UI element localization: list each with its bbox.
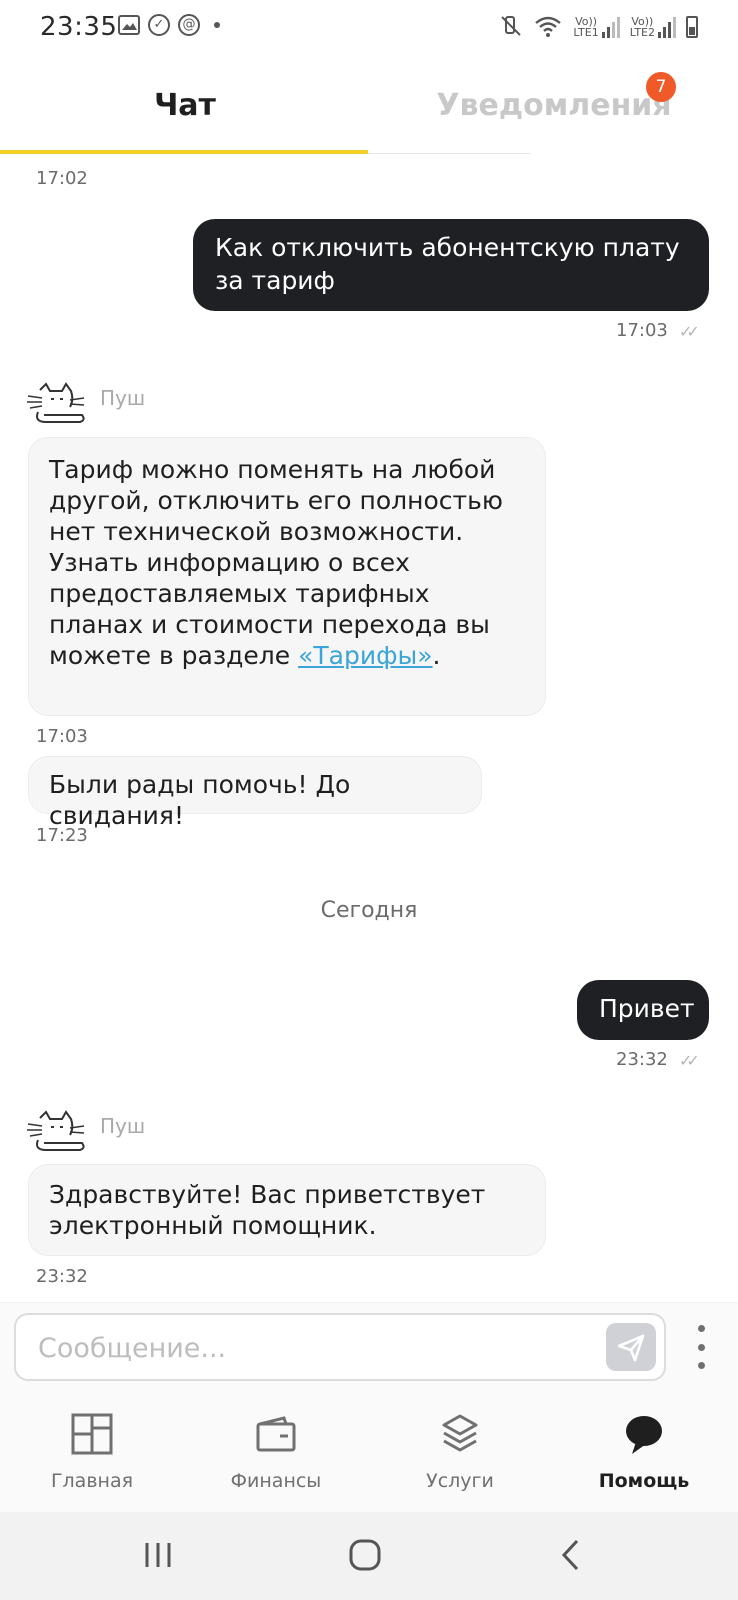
message-time: 17:02 xyxy=(36,168,88,189)
recent-apps-icon[interactable] xyxy=(143,1540,173,1570)
system-navigation-bar xyxy=(0,1512,738,1600)
double-check-icon: ✓✓ xyxy=(679,1051,700,1070)
message-time: 17:03 xyxy=(36,726,88,747)
home-icon[interactable] xyxy=(348,1538,382,1572)
cat-icon xyxy=(27,1110,85,1151)
active-tab-indicator xyxy=(0,150,368,154)
more-options-icon[interactable] xyxy=(696,1325,706,1369)
status-time: 23:35 xyxy=(40,12,118,42)
sim1-label-bottom: LTE1 xyxy=(573,26,599,39)
check-circle-icon: ✓ xyxy=(148,14,170,36)
message-time: 17:03 xyxy=(616,320,668,341)
message-text: Как отключить абонентскую плату за тариф xyxy=(215,233,680,295)
message-composer xyxy=(0,1302,738,1391)
nav-label-services: Услуги xyxy=(426,1470,494,1492)
chat-bubble-icon xyxy=(626,1416,662,1454)
message-time: 23:32 xyxy=(36,1266,88,1287)
outgoing-message[interactable]: Как отключить абонентскую плату за тариф xyxy=(193,219,709,311)
message-input-box[interactable] xyxy=(14,1313,666,1381)
message-text: Тариф можно поменять на любой другой, от… xyxy=(49,455,503,670)
image-icon xyxy=(118,15,140,35)
status-bar: 23:35 ✓ @ Vo)) LTE1 Vo)) LTE2 xyxy=(0,0,738,58)
outgoing-message[interactable]: Привет xyxy=(577,980,709,1040)
at-icon: @ xyxy=(178,14,200,36)
incoming-message: Тариф можно поменять на любой другой, от… xyxy=(28,437,546,716)
message-time: 23:32 xyxy=(616,1049,668,1070)
wifi-icon xyxy=(535,16,562,37)
double-check-icon: ✓✓ xyxy=(679,322,700,341)
incoming-message: Были рады помочь! До свидания! xyxy=(28,756,482,830)
message-text-end: . xyxy=(432,641,441,670)
message-text: Привет xyxy=(599,994,695,1023)
tab-notifications[interactable]: Уведомления xyxy=(370,88,738,123)
nav-label-home: Главная xyxy=(50,1470,134,1492)
status-notification-icons: ✓ @ xyxy=(118,14,220,36)
message-input[interactable] xyxy=(36,1325,580,1371)
nav-label-help: Помощь xyxy=(598,1470,690,1492)
tariffs-link[interactable]: «Тарифы» xyxy=(298,641,432,670)
cat-icon xyxy=(27,382,85,423)
nav-item-home[interactable]: Главная xyxy=(0,1390,184,1512)
dashboard-icon xyxy=(71,1413,113,1455)
nav-item-help[interactable]: Помощь xyxy=(552,1390,736,1512)
mute-vibrate-icon xyxy=(501,16,522,36)
bot-name: Пуш xyxy=(100,1114,146,1138)
send-icon xyxy=(617,1334,645,1362)
bot-avatar xyxy=(24,382,88,426)
signal-sim1-icon: Vo)) LTE1 xyxy=(573,16,620,39)
status-system-icons: Vo)) LTE1 Vo)) LTE2 xyxy=(499,14,698,38)
bot-name: Пуш xyxy=(100,386,146,410)
bottom-navigation: Главная Финансы Услуги Помощь xyxy=(0,1390,738,1512)
nav-item-services[interactable]: Услуги xyxy=(368,1390,552,1512)
signal-sim2-icon: Vo)) LTE2 xyxy=(630,16,676,38)
nav-label-finance: Финансы xyxy=(230,1470,322,1492)
dot-icon xyxy=(214,22,220,28)
layers-icon xyxy=(442,1414,478,1452)
nav-item-finance[interactable]: Финансы xyxy=(184,1390,368,1512)
wallet-icon xyxy=(256,1416,296,1452)
bot-avatar xyxy=(24,1110,88,1154)
message-time: 17:23 xyxy=(36,825,88,846)
battery-icon xyxy=(686,16,698,38)
notifications-badge: 7 xyxy=(646,72,676,102)
incoming-message: Здравствуйте! Вас приветствует электронн… xyxy=(28,1164,546,1256)
back-icon[interactable] xyxy=(555,1538,589,1572)
send-button[interactable] xyxy=(606,1323,656,1371)
day-separator: Сегодня xyxy=(320,898,418,923)
tab-divider xyxy=(368,153,530,154)
message-text: Здравствуйте! Вас приветствует электронн… xyxy=(49,1180,486,1240)
tab-bar: Чат Уведомления 7 xyxy=(0,58,738,158)
tab-chat[interactable]: Чат xyxy=(0,88,370,123)
sim2-label-bottom: LTE2 xyxy=(629,26,655,39)
